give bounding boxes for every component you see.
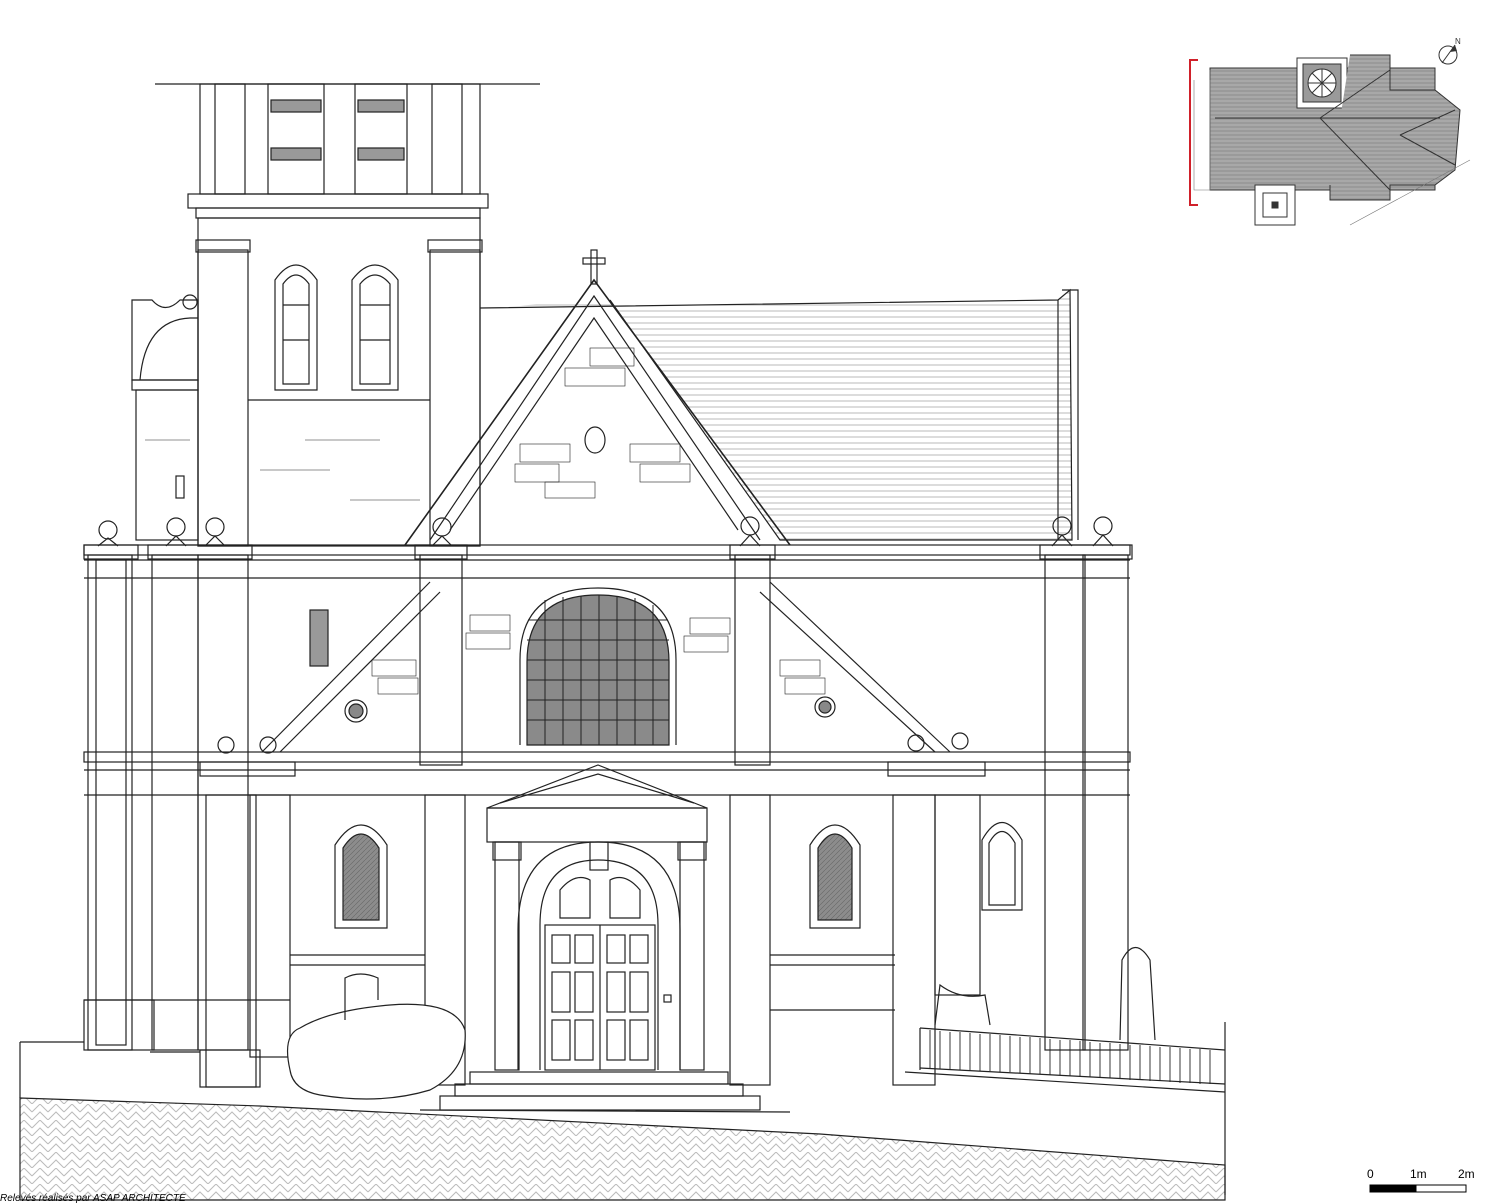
nave-roof	[479, 288, 1079, 541]
side-windows	[290, 822, 1023, 966]
scale-label-0: 0	[1367, 1167, 1374, 1181]
north-label: N	[1455, 37, 1461, 46]
scale-label-2m: 2m	[1458, 1167, 1475, 1181]
north-arrow-icon: N	[1438, 37, 1461, 65]
shrub	[287, 973, 466, 1100]
ground-hatching	[19, 1097, 1226, 1201]
site-plan	[1193, 54, 1471, 226]
scale-bar	[1369, 1184, 1467, 1193]
portal	[419, 764, 791, 1113]
dome-turret	[131, 294, 199, 541]
survey-credit: Relevés réalisés par ASAP ARCHITECTE	[0, 1193, 186, 1204]
scale-label-1m: 1m	[1410, 1167, 1427, 1181]
church-elevation-drawing: N	[19, 37, 1471, 1201]
bell-tower	[155, 83, 540, 667]
great-window	[465, 587, 731, 746]
